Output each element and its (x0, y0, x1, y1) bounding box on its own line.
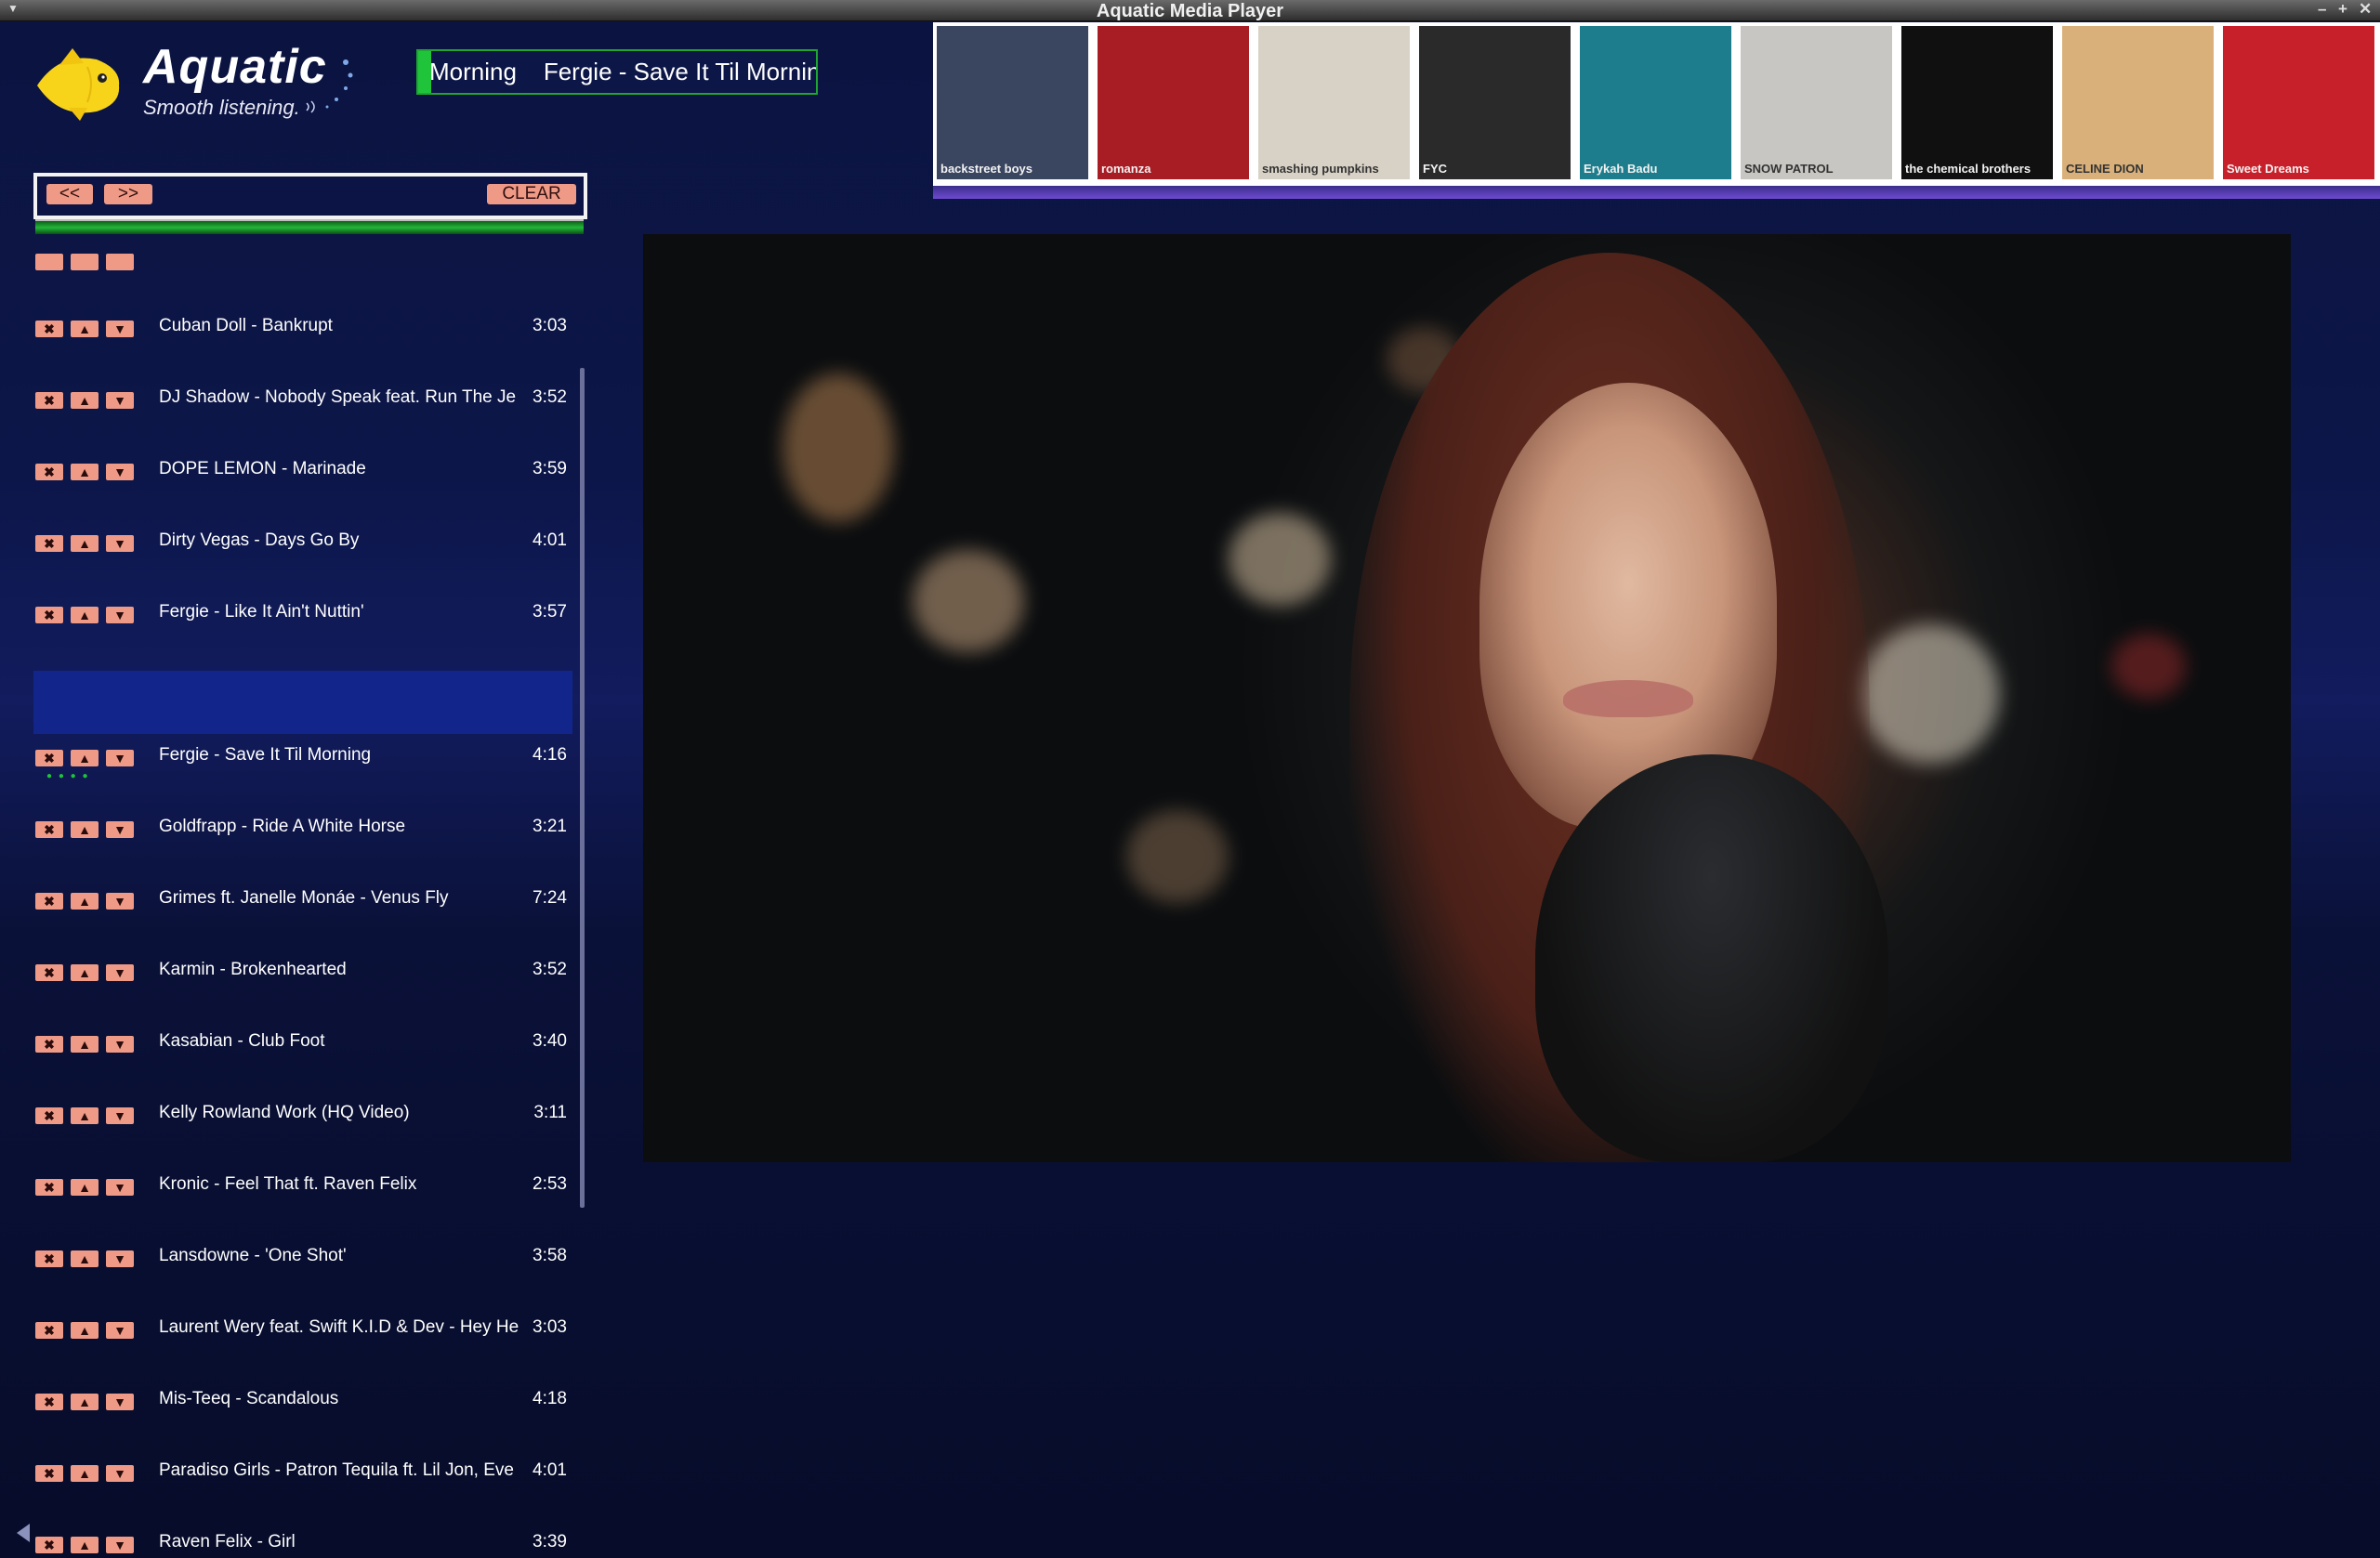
playlist-row[interactable]: ✖ ▲ ▼ Fergie - Like It Ain't Nuttin' 3:57 (33, 528, 572, 623)
album-strip[interactable]: backstreet boys romanza smashing pumpkins F… (933, 22, 2380, 186)
video-area[interactable] (643, 234, 2291, 1162)
clear-button[interactable]: CLEAR (487, 184, 576, 204)
bokeh-light (913, 550, 1024, 652)
playlist-row[interactable]: ✖ ▲ ▼ Laurent Wery feat. Swift K.I.D & Dev … (33, 1243, 572, 1339)
track-duration: 3:39 (533, 1532, 567, 1551)
playlist-row[interactable]: ✖ ▲ ▼ DOPE LEMON - Marinade 3:59 (33, 385, 572, 480)
album-cover[interactable]: SNOW PATROL (1741, 26, 1892, 179)
track-name: Raven Felix - Girl (159, 1532, 296, 1551)
now-playing-text: Morning Fergie - Save It Til Morning (429, 58, 818, 85)
album-cover[interactable]: romanza (1098, 26, 1249, 179)
playlist-row[interactable]: ✖ ▲ ▼ Kasabian - Club Foot 3:40 (33, 957, 572, 1053)
album-cover[interactable]: backstreet boys (937, 26, 1088, 179)
album-cover-label: the chemical brothers (1905, 162, 2032, 176)
album-cover-label: FYC (1423, 162, 1447, 176)
playlist-row[interactable]: ✖ ▲ ▼ Cuban Doll - Bankrupt 3:03 (33, 242, 572, 337)
playlist-row[interactable]: ✖ ▲ ▼ Goldfrapp - Ride A White Horse 3:21 (33, 742, 572, 838)
now-playing-ticker: Morning Fergie - Save It Til Morning (416, 49, 818, 95)
remove-button[interactable]: ✖ (35, 1537, 63, 1553)
album-strip-bar (933, 186, 2380, 199)
playlist-row-active[interactable]: ✖ ▲ ▼ Fergie - Save It Til Morning 4:16 ● ● ●… (33, 671, 572, 781)
album-cover[interactable]: Erykah Badu (1580, 26, 1731, 179)
previous-button[interactable]: << (46, 184, 93, 204)
album-cover-label: romanza (1101, 162, 1151, 176)
playlist-scrollbar[interactable] (580, 368, 585, 1208)
playlist-row[interactable]: ✖ ▲ ▼ Grimes ft. Janelle Monáe - Venus Fly 7… (33, 814, 572, 910)
close-icon[interactable]: ✕ (2359, 0, 2372, 19)
album-cover-label: CELINE DION (2066, 162, 2144, 176)
bokeh-light (782, 373, 894, 522)
move-up-button[interactable]: ▲ (71, 1537, 99, 1553)
album-cover[interactable]: CELINE DION (2062, 26, 2214, 179)
minimize-icon[interactable]: – (2318, 0, 2326, 19)
playlist[interactable]: ✖ ▲ ▼ Cuban Doll - Bankrupt 3:03 ✖ ▲ ▼ DJ Shadow… (33, 242, 572, 1558)
progress-bar[interactable] (35, 219, 584, 234)
app-tagline: Smooth listening. (143, 96, 300, 119)
maximize-icon[interactable]: + (2338, 0, 2347, 19)
playlist-row[interactable]: ✖ ▲ ▼ DJ Shadow - Nobody Speak feat. Run Th… (33, 313, 572, 409)
playlist-row[interactable]: ✖ ▲ ▼ Raven Felix - Girl 3:39 (33, 1458, 572, 1553)
album-cover[interactable]: smashing pumpkins (1258, 26, 1410, 179)
bokeh-light (1861, 624, 2000, 764)
playlist-row[interactable]: ✖ ▲ ▼ Karmin - Brokenhearted 3:52 (33, 885, 572, 981)
bubbles-icon (306, 59, 353, 113)
playlist-row[interactable]: ✖ ▲ ▼ Dirty Vegas - Days Go By 4:01 (33, 456, 572, 552)
playlist-row[interactable]: ✖ ▲ ▼ Paradiso Girls - Patron Tequila ft. L… (33, 1386, 572, 1482)
album-cover-label: Erykah Badu (1584, 162, 1658, 176)
fish-logo-icon (37, 48, 120, 121)
collapse-arrow-icon[interactable] (17, 1524, 30, 1542)
album-cover-label: Sweet Dreams (2227, 162, 2309, 176)
album-cover[interactable]: Sweet Dreams (2223, 26, 2374, 179)
video-subject-shirt (1535, 754, 1888, 1162)
album-cover[interactable]: FYC (1419, 26, 1571, 179)
album-cover-label: SNOW PATROL (1744, 162, 1834, 176)
bokeh-light (1126, 810, 1229, 903)
move-down-button[interactable]: ▼ (106, 1537, 134, 1553)
playlist-controls: << >> CLEAR (33, 173, 587, 219)
window-titlebar[interactable]: ▼ Aquatic Media Player – + ✕ (0, 0, 2380, 21)
bokeh-light (1229, 513, 1331, 606)
bokeh-light (2111, 634, 2186, 699)
playlist-row[interactable]: ✖ ▲ ▼ Lansdowne - 'One Shot' 3:58 (33, 1172, 572, 1267)
playlist-row[interactable]: ✖ ▲ ▼ Mis-Teeq - Scandalous 4:18 (33, 1315, 572, 1410)
window-title: Aquatic Media Player (1096, 1, 1284, 21)
album-cover[interactable]: the chemical brothers (1901, 26, 2053, 179)
next-button[interactable]: >> (104, 184, 152, 204)
playlist-row[interactable]: ✖▲▼Fergie - London Bridge3:30 (33, 599, 572, 695)
video-subject-lips (1563, 680, 1693, 717)
album-cover-label: backstreet boys (940, 162, 1032, 176)
playlist-row[interactable]: ✖ ▲ ▼ Kronic - Feel That ft. Raven Felix 2:5… (33, 1100, 572, 1196)
playlist-row[interactable]: ✖ ▲ ▼ Kelly Rowland Work (HQ Video) 3:11 (33, 1028, 572, 1124)
album-cover-label: smashing pumpkins (1262, 162, 1379, 176)
